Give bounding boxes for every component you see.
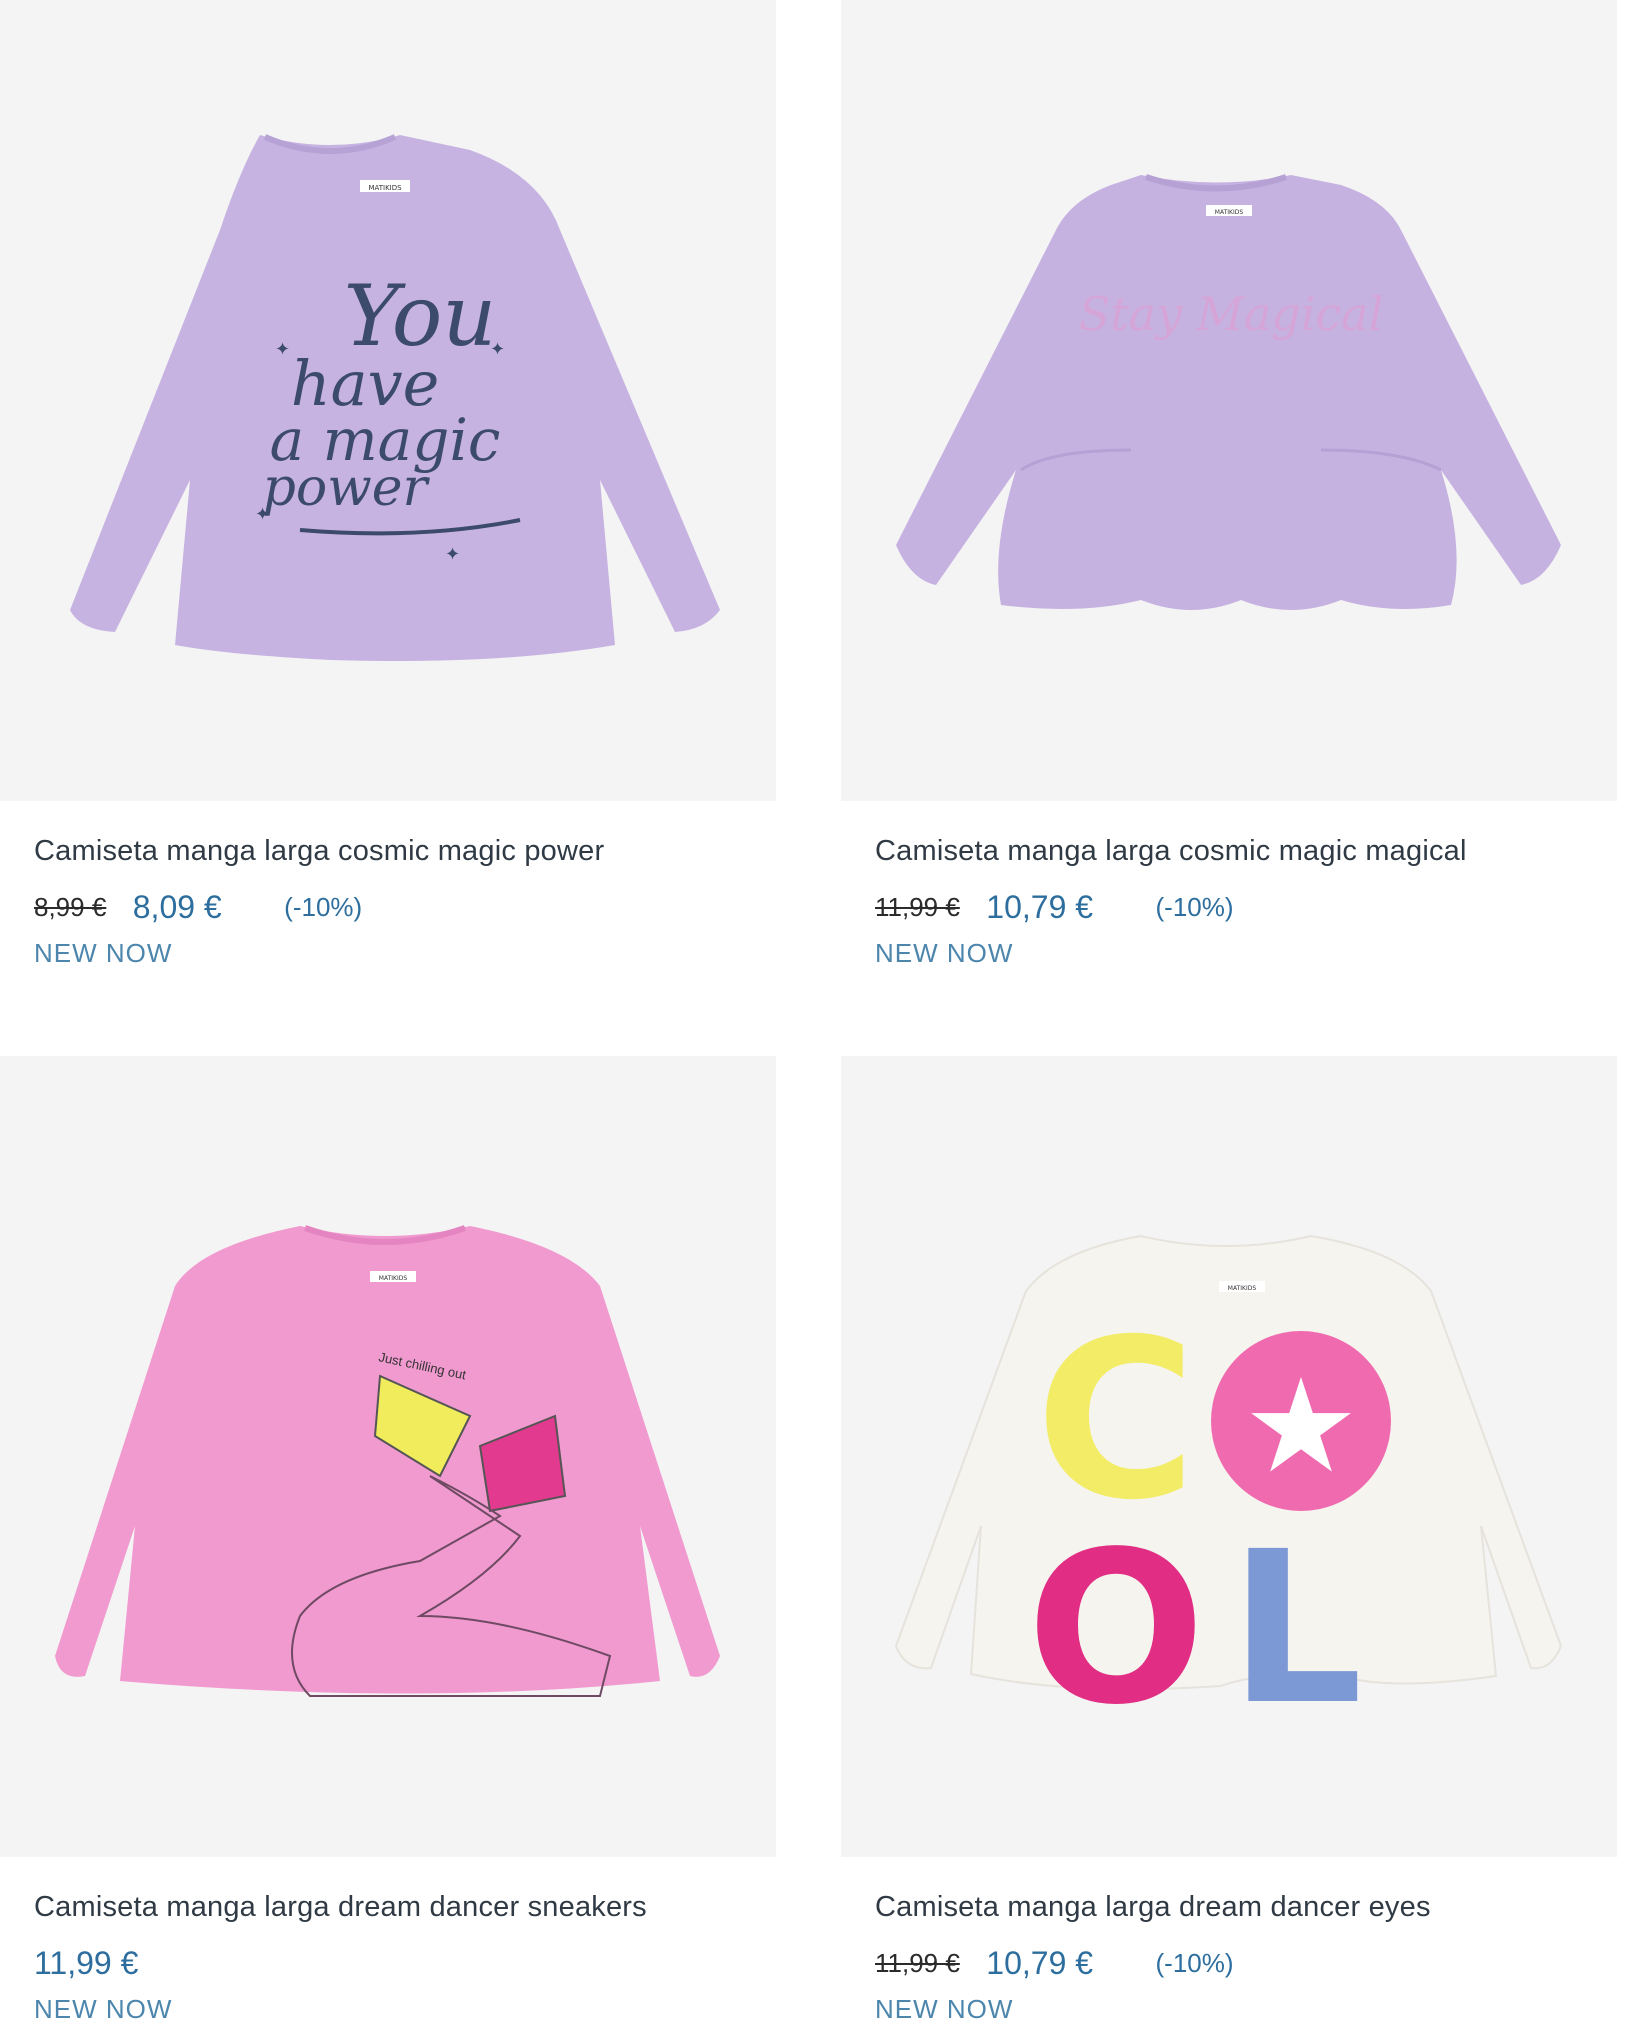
sale-price: 10,79 € [986,1945,1094,1981]
price-row: 11,99 € 10,79 € (-10%) [875,889,1234,929]
new-now-tag[interactable]: NEW NOW [875,938,1013,969]
new-now-tag[interactable]: NEW NOW [875,1994,1013,2025]
product-image[interactable]: MATIKIDS Stay Magical [841,0,1617,801]
original-price: 11,99 € [875,1948,960,1978]
new-now-tag[interactable]: NEW NOW [34,1994,172,2025]
product-card[interactable]: MATIKIDS Stay Magical Camiseta manga lar… [841,0,1617,968]
product-title[interactable]: Camiseta manga larga cosmic magic magica… [875,835,1467,868]
original-price: 8,99 € [34,892,107,922]
shirt-body-shape [55,1226,720,1694]
svg-text:MATIKIDS: MATIKIDS [1228,1285,1257,1292]
print-letter-l: L [1229,1506,1363,1751]
print-letter-o: O [1027,1506,1206,1751]
print-line-4: power [263,458,431,518]
product-title[interactable]: Camiseta manga larga dream dancer eyes [875,1891,1431,1924]
svg-text:✦: ✦ [275,339,290,359]
product-grid: MATIKIDS You have a magic power ✦ ✦ ✦ ✦ Ca… [0,0,1629,2040]
product-image[interactable]: MATIKIDS Just chilling out [0,1056,776,1857]
white-cool-shirt-image: MATIKIDS C ★ O L [894,1234,1563,1751]
product-title[interactable]: Camiseta manga larga cosmic magic power [34,835,604,868]
product-image[interactable]: MATIKIDS You have a magic power ✦ ✦ ✦ ✦ [0,0,776,801]
price-row: 8,99 € 8,09 € (-10%) [34,889,362,929]
shirt-body-shape [896,175,1561,610]
svg-text:✦: ✦ [445,544,460,564]
original-price: 11,99 € [875,892,960,922]
star-icon: ★ [1243,1350,1360,1502]
product-card[interactable]: MATIKIDS Just chilling out Camiseta mang… [0,1056,776,2024]
product-card[interactable]: MATIKIDS You have a magic power ✦ ✦ ✦ ✦ Ca… [0,0,776,968]
purple-stay-magical-shirt-image: MATIKIDS Stay Magical [896,174,1561,610]
purple-magic-power-shirt-image: MATIKIDS You have a magic power ✦ ✦ ✦✦ [70,134,720,661]
price-row: 11,99 € 10,79 € (-10%) [875,1945,1234,1985]
product-image[interactable]: MATIKIDS C ★ O L [841,1056,1617,1857]
discount-badge: (-10%) [284,892,363,922]
svg-text:MATIKIDS: MATIKIDS [1215,209,1244,216]
new-now-tag[interactable]: NEW NOW [34,938,172,969]
price-row: 11,99 € [34,1945,138,1985]
product-card[interactable]: MATIKIDS C ★ O L Camiseta manga larga dr… [841,1056,1617,2024]
print-text: Stay Magical [1079,287,1384,341]
discount-badge: (-10%) [1155,1948,1234,1978]
sale-price: 10,79 € [986,889,1094,925]
discount-badge: (-10%) [1155,892,1234,922]
svg-text:MATIKIDS: MATIKIDS [368,184,402,192]
sale-price: 8,09 € [132,889,222,925]
product-title[interactable]: Camiseta manga larga dream dancer sneake… [34,1891,647,1924]
price: 11,99 € [34,1945,139,1981]
svg-text:MATIKIDS: MATIKIDS [379,1275,408,1282]
svg-text:✦: ✦ [255,504,270,524]
pink-sneakers-shirt-image: MATIKIDS Just chilling out [55,1225,720,1697]
svg-text:✦: ✦ [490,339,505,359]
